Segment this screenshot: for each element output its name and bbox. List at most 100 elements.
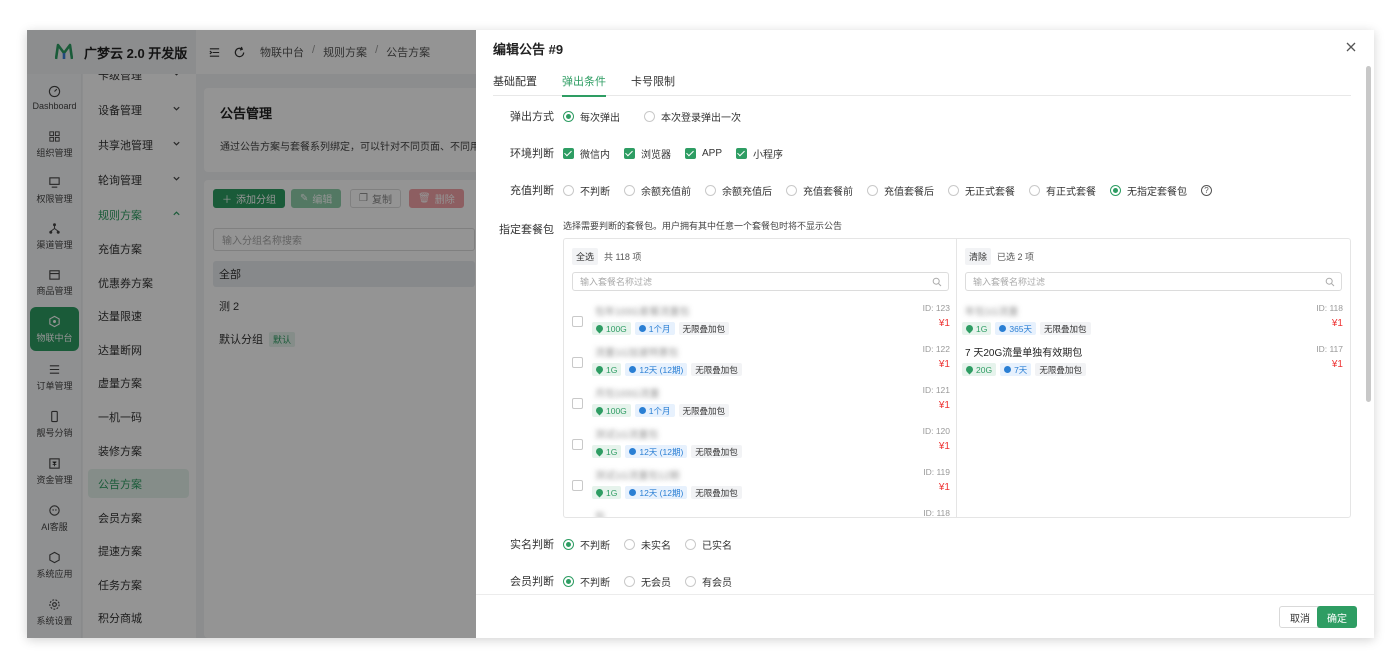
env-wechat-checkbox[interactable]: 微信内 bbox=[563, 146, 610, 161]
pkg-checkbox[interactable] bbox=[572, 439, 583, 450]
env-app-checkbox[interactable]: APP bbox=[685, 147, 722, 159]
pkg-tag: 1个月 bbox=[634, 404, 675, 417]
realname-radio[interactable]: 已实名 bbox=[685, 537, 732, 552]
modal-overlay[interactable] bbox=[27, 30, 476, 638]
drawer-footer: 取消 确定 bbox=[476, 594, 1374, 638]
data-drop-icon bbox=[594, 446, 605, 457]
pkg-price: ¥1 bbox=[1331, 318, 1343, 329]
pkg-price: ¥1 bbox=[1331, 359, 1343, 370]
pkg-name: 流量1G加速特惠包 bbox=[595, 348, 679, 359]
popup-once-radio[interactable]: 本次登录弹出一次 bbox=[644, 109, 741, 124]
pkg-price: ¥1 bbox=[938, 359, 950, 370]
pkg-tag: 1个月 bbox=[634, 322, 675, 335]
pkg-selected-filter-input[interactable]: 输入套餐名称过滤 bbox=[965, 272, 1342, 291]
pkg-item[interactable]: 包 ID: 118 bbox=[564, 506, 957, 518]
realname-radio-selected[interactable]: 不判断 bbox=[563, 537, 610, 552]
recharge-radio[interactable]: 不判断 bbox=[563, 183, 610, 198]
pkg-tag: 7天 bbox=[1000, 363, 1032, 376]
pkg-item[interactable]: 月包100G流量 100G 1个月 无限叠加包 ID: 121 ¥1 bbox=[564, 383, 957, 424]
cancel-button[interactable]: 取消 bbox=[1279, 606, 1321, 628]
search-icon bbox=[932, 277, 942, 287]
data-drop-icon bbox=[594, 323, 605, 334]
popup-every-radio[interactable]: 每次弹出 bbox=[563, 109, 620, 124]
recharge-radio-selected[interactable]: 无指定套餐包 bbox=[1110, 183, 1187, 198]
pkg-item[interactable]: 流量1G加速特惠包 1G 12天 (12期) 无限叠加包 ID: 122 ¥1 bbox=[564, 342, 957, 383]
tab-popup-conditions[interactable]: 弹出条件 bbox=[562, 66, 606, 97]
close-icon[interactable] bbox=[1344, 40, 1358, 54]
recharge-radio[interactable]: 余额充值前 bbox=[624, 183, 691, 198]
pkg-id: ID: 119 bbox=[923, 467, 950, 477]
pkg-item[interactable]: 年包1G流量 1G 365天 无限叠加包 ID: 118 ¥1 bbox=[957, 301, 1350, 342]
pkg-name: 7 天20G流量单独有效期包 bbox=[965, 348, 1083, 359]
pkg-tag: 1G bbox=[592, 445, 622, 458]
pkg-tag: 无限叠加包 bbox=[678, 322, 730, 335]
pkg-target-panel: 清除 已选 2 项 输入套餐名称过滤 年包1G流量 1G 365天 无限叠加包 ID: 1… bbox=[957, 239, 1350, 517]
recharge-radio[interactable]: 无正式套餐 bbox=[948, 183, 1015, 198]
clock-icon bbox=[999, 325, 1007, 332]
pkg-tag: 20G bbox=[962, 363, 997, 376]
pkg-id: ID: 117 bbox=[1316, 344, 1343, 354]
pkg-item[interactable]: 包年100G套餐流量包 100G 1个月 无限叠加包 ID: 123 ¥1 bbox=[564, 301, 957, 342]
pkg-checkbox[interactable] bbox=[572, 357, 583, 368]
member-radio-selected[interactable]: 不判断 bbox=[563, 574, 610, 589]
pkg-filter-input[interactable]: 输入套餐名称过滤 bbox=[572, 272, 949, 291]
pkg-tag: 无限叠加包 bbox=[678, 404, 730, 417]
select-all-button[interactable]: 全选 bbox=[572, 248, 599, 265]
pkg-tag: 无限叠加包 bbox=[1035, 363, 1086, 376]
pkg-id: ID: 121 bbox=[922, 385, 950, 395]
member-radio[interactable]: 有会员 bbox=[685, 574, 732, 589]
pkg-id: ID: 118 bbox=[923, 508, 950, 518]
pkg-item[interactable]: 7 天20G流量单独有效期包 20G 7天 无限叠加包 ID: 117 ¥1 bbox=[957, 342, 1350, 383]
app-window: 广梦云 2.0 开发版 Dashboard 组织管理 权限管理 渠道管理 商品管… bbox=[27, 30, 1374, 638]
pkg-item[interactable]: 测试1G流量包12期 1G 12天 (12期) 无限叠加包 ID: 119 ¥1 bbox=[564, 465, 957, 506]
pkg-checkbox[interactable] bbox=[572, 398, 583, 409]
pkg-item[interactable]: 测试1G流量包 1G 12天 (12期) 无限叠加包 ID: 120 ¥1 bbox=[564, 424, 957, 465]
pkg-price: ¥1 bbox=[938, 400, 950, 411]
clock-icon bbox=[638, 407, 646, 414]
pkg-id: ID: 118 bbox=[1316, 303, 1343, 313]
data-drop-icon bbox=[964, 323, 975, 334]
env-browser-checkbox[interactable]: 浏览器 bbox=[624, 146, 671, 161]
pkg-name: 测试1G流量包12期 bbox=[595, 471, 680, 482]
pkg-tag: 无限叠加包 bbox=[691, 363, 742, 376]
pkg-source-panel: 全选共 118 项 输入套餐名称过滤 包年100G套餐流量包 100G 1个月 无限叠… bbox=[564, 239, 957, 518]
recharge-radio[interactable]: 余额充值后 bbox=[705, 183, 772, 198]
tab-card-limit[interactable]: 卡号限制 bbox=[631, 66, 675, 96]
pkg-checkbox[interactable] bbox=[572, 316, 583, 327]
pkg-hint: 选择需要判断的套餐包。用户拥有其中任意一个套餐包时将不显示公告 bbox=[563, 221, 843, 231]
clock-icon bbox=[629, 448, 637, 455]
drawer-title: 编辑公告 #9 bbox=[493, 42, 564, 57]
clear-button[interactable]: 清除 bbox=[965, 248, 992, 265]
pkg-tag: 12天 (12期) bbox=[625, 363, 688, 376]
pkg-name: 月包100G流量 bbox=[595, 389, 660, 400]
realname-radio[interactable]: 未实名 bbox=[624, 537, 671, 552]
data-drop-icon bbox=[594, 405, 605, 416]
pkg-tag: 无限叠加包 bbox=[691, 445, 742, 458]
pkg-name: 测试1G流量包 bbox=[595, 430, 659, 441]
help-icon[interactable]: ? bbox=[1201, 184, 1212, 196]
pkg-name: 年包1G流量 bbox=[965, 307, 1019, 318]
data-drop-icon bbox=[594, 364, 605, 375]
pkg-name: 包 bbox=[595, 512, 605, 518]
pkg-tag: 无限叠加包 bbox=[691, 486, 742, 499]
pkg-checkbox[interactable] bbox=[572, 480, 583, 491]
clock-icon bbox=[629, 489, 637, 496]
pkg-tag: 无限叠加包 bbox=[1040, 322, 1091, 335]
pkg-tag: 1G bbox=[592, 486, 622, 499]
tab-basic[interactable]: 基础配置 bbox=[493, 66, 537, 96]
pkg-tag: 1G bbox=[962, 322, 992, 335]
clock-icon bbox=[1004, 366, 1012, 373]
recharge-radio[interactable]: 充值套餐前 bbox=[786, 183, 853, 198]
drawer-tabs: 基础配置 弹出条件 卡号限制 bbox=[493, 66, 1351, 97]
search-icon bbox=[1325, 277, 1335, 287]
recharge-radio[interactable]: 充值套餐后 bbox=[867, 183, 934, 198]
env-miniprogram-checkbox[interactable]: 小程序 bbox=[736, 146, 783, 161]
pkg-id: ID: 122 bbox=[922, 344, 950, 354]
member-radio[interactable]: 无会员 bbox=[624, 574, 671, 589]
recharge-radio[interactable]: 有正式套餐 bbox=[1029, 183, 1096, 198]
pkg-tag: 100G bbox=[592, 322, 631, 335]
scrollbar[interactable] bbox=[1366, 66, 1371, 402]
edit-notice-drawer: 编辑公告 #9 基础配置 弹出条件 卡号限制 弹出方式 每次弹出 本次登录弹出一… bbox=[476, 30, 1374, 638]
confirm-button[interactable]: 确定 bbox=[1317, 606, 1357, 628]
pkg-tag: 100G bbox=[592, 404, 631, 417]
